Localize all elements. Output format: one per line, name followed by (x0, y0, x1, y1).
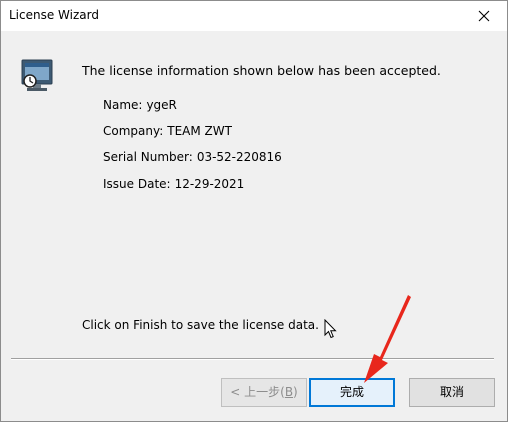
serial-label: Serial Number: (103, 150, 193, 164)
cancel-button[interactable]: 取消 (409, 378, 495, 407)
finish-instruction: Click on Finish to save the license data… (82, 318, 319, 332)
license-wizard-dialog: License Wizard The license information s… (0, 0, 508, 422)
red-arrow-annotation (364, 295, 411, 383)
back-button-suffix: ) (293, 385, 298, 399)
title-bar: License Wizard (1, 1, 507, 31)
button-separator (11, 358, 494, 360)
name-label: Name: (103, 98, 143, 112)
window-title: License Wizard (9, 8, 99, 22)
issue-date-value: 12-29-2021 (174, 177, 245, 191)
license-serial-row: Serial Number: 03-52-220816 (103, 150, 282, 164)
issue-date-label: Issue Date: (103, 177, 171, 191)
license-computer-icon (21, 59, 53, 91)
close-button[interactable] (461, 1, 507, 31)
close-icon (478, 10, 490, 22)
name-value: ygeR (146, 98, 177, 112)
license-name-row: Name: ygeR (103, 98, 177, 112)
company-label: Company: (103, 124, 164, 138)
back-button[interactable]: < 上一步(B) (221, 378, 307, 407)
license-issue-date-row: Issue Date: 12-29-2021 (103, 177, 244, 191)
license-company-row: Company: TEAM ZWT (103, 124, 232, 138)
serial-value: 03-52-220816 (196, 150, 282, 164)
back-button-prefix: < 上一步( (230, 385, 285, 399)
back-button-accelerator: B (284, 385, 294, 399)
company-value: TEAM ZWT (167, 124, 232, 138)
accepted-message: The license information shown below has … (82, 63, 441, 78)
mouse-cursor-icon (324, 319, 337, 339)
dialog-content: The license information shown below has … (1, 31, 507, 358)
